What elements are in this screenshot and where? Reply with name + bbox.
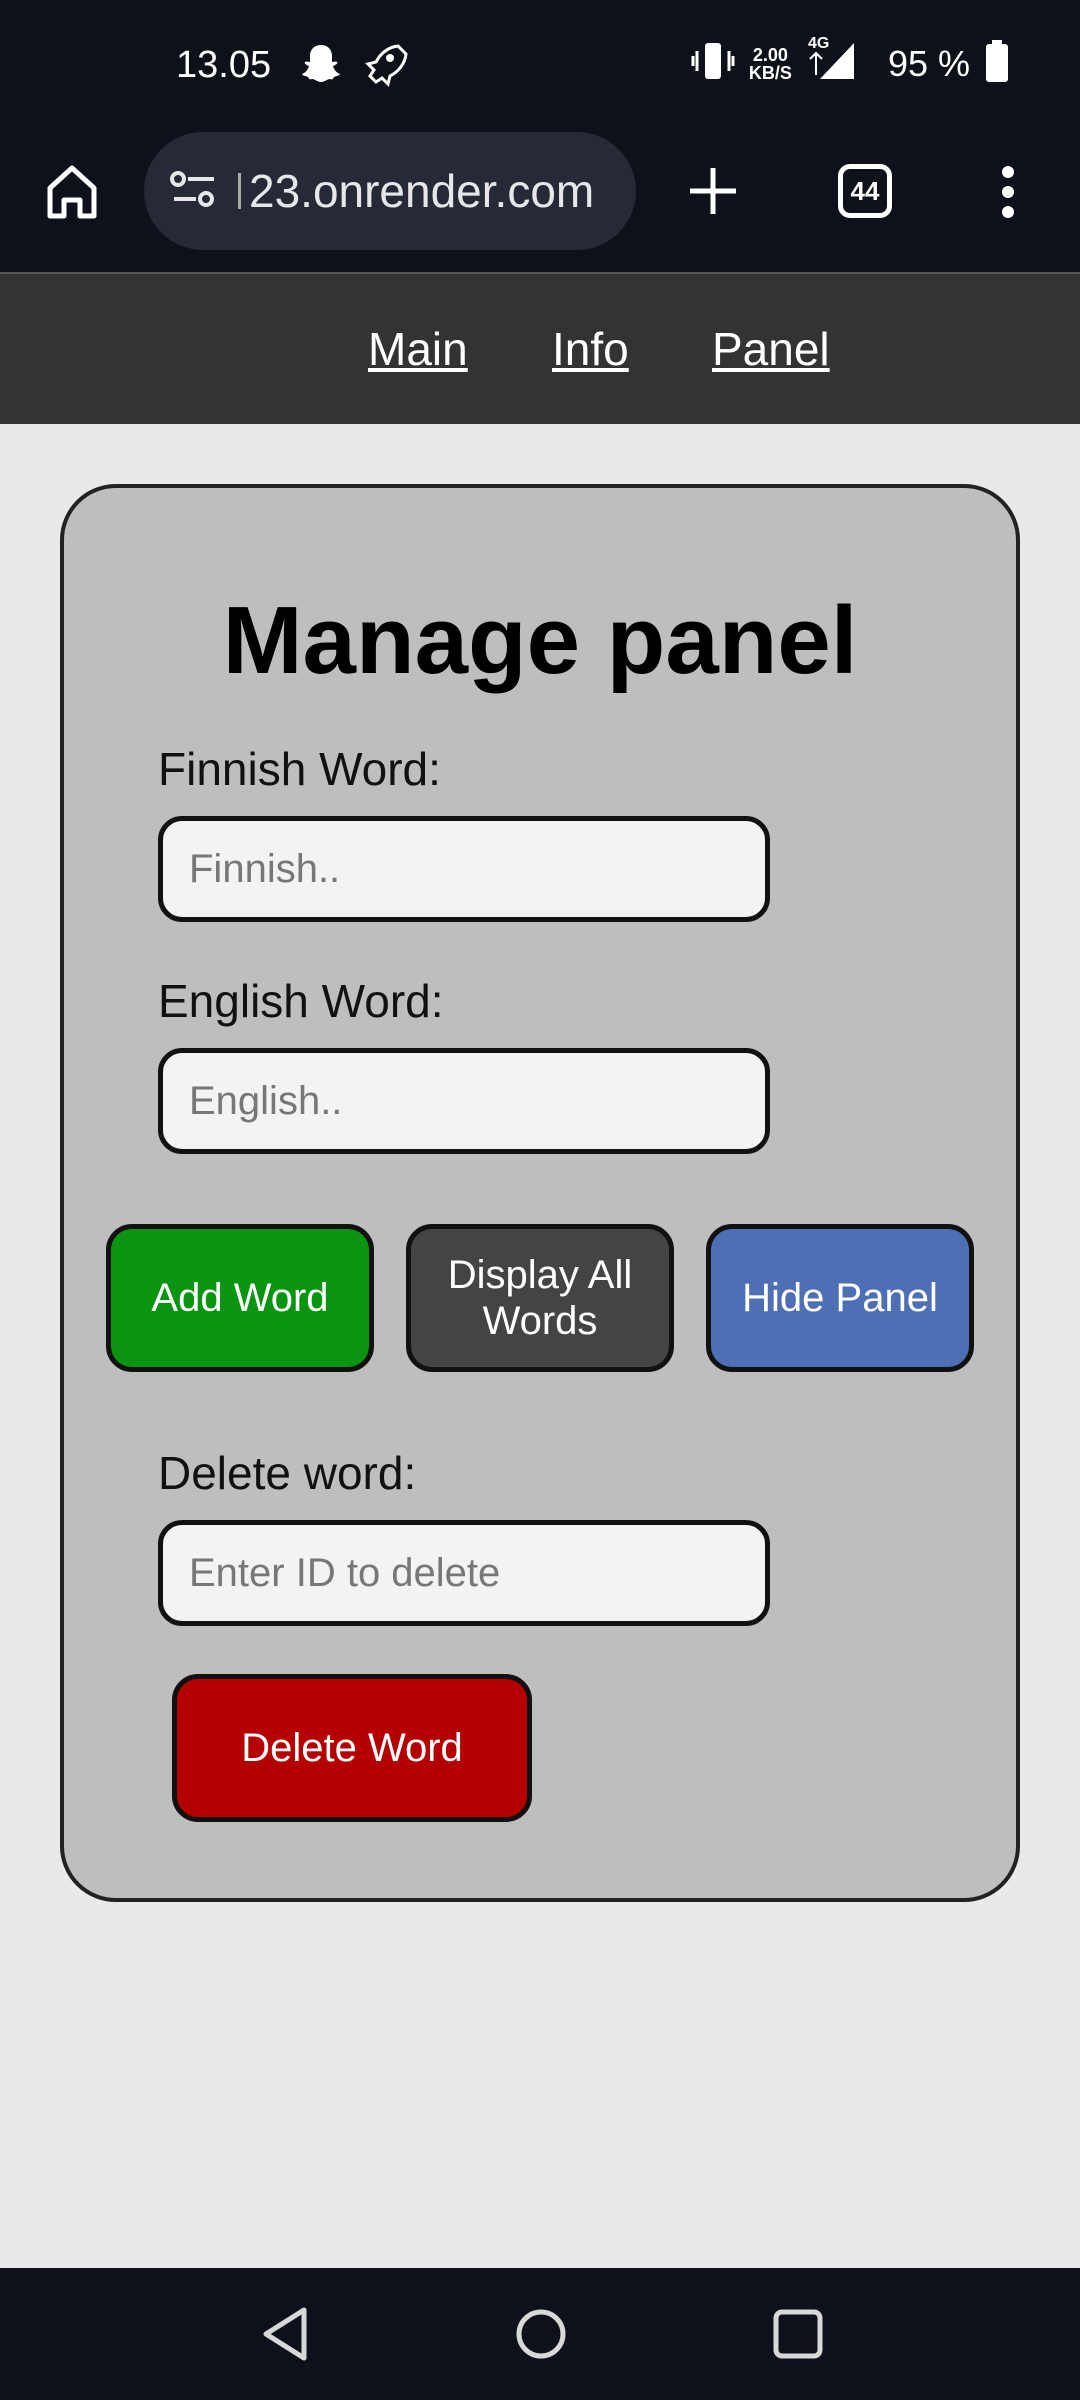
home-icon[interactable]: [40, 160, 104, 229]
add-word-button[interactable]: Add Word: [106, 1224, 374, 1372]
delete-word-button[interactable]: Delete Word: [172, 1674, 532, 1822]
recents-icon[interactable]: [770, 2304, 826, 2369]
delete-id-input[interactable]: [158, 1520, 770, 1626]
finnish-word-input[interactable]: [158, 816, 770, 922]
nav-link-main[interactable]: Main: [368, 322, 468, 376]
delete-word-label: Delete word:: [158, 1447, 417, 1499]
back-icon[interactable]: [258, 2304, 312, 2369]
nav-link-info[interactable]: Info: [552, 322, 629, 376]
status-time: 13.05: [176, 44, 272, 86]
display-all-words-button[interactable]: Display All Words: [406, 1224, 674, 1372]
signal-icon: 4G: [806, 35, 858, 86]
net-speed: 2.00 KB/S: [748, 44, 792, 83]
system-nav-bar: [0, 2268, 1080, 2400]
finnish-word-label: Finnish Word:: [158, 743, 441, 795]
nav-link-panel[interactable]: Panel: [712, 322, 830, 376]
english-word-input[interactable]: [158, 1048, 770, 1154]
url-divider: [238, 173, 241, 209]
snapchat-icon: [300, 42, 342, 91]
url-text[interactable]: 23.onrender.com: [249, 164, 594, 218]
panel-title: Manage panel: [222, 587, 858, 694]
manage-panel: Manage panel Finnish Word: English Word:…: [60, 484, 1020, 1902]
site-nav: Main Info Panel: [0, 272, 1080, 424]
tab-switcher-button[interactable]: 44: [838, 164, 892, 218]
url-bar[interactable]: 23.onrender.com: [144, 132, 636, 250]
battery-percent: 95 %: [887, 42, 970, 84]
display-all-words-label-2: Words: [482, 1299, 598, 1343]
status-bar: 13.05 2.00 KB/S 4G 95 %: [0, 0, 1080, 132]
rocket-icon: [358, 42, 408, 95]
display-all-words-label-1: Display All: [447, 1253, 633, 1297]
new-tab-icon[interactable]: [684, 162, 742, 225]
vibrate-icon: [691, 41, 735, 86]
hide-panel-button[interactable]: Hide Panel: [706, 1224, 974, 1372]
site-settings-icon[interactable]: [168, 169, 220, 214]
browser-toolbar: 23.onrender.com 44: [0, 132, 1080, 272]
home-nav-icon[interactable]: [512, 2304, 570, 2369]
battery-icon: [984, 40, 1010, 87]
more-menu-icon[interactable]: [984, 164, 1032, 225]
english-word-label: English Word:: [158, 975, 444, 1027]
